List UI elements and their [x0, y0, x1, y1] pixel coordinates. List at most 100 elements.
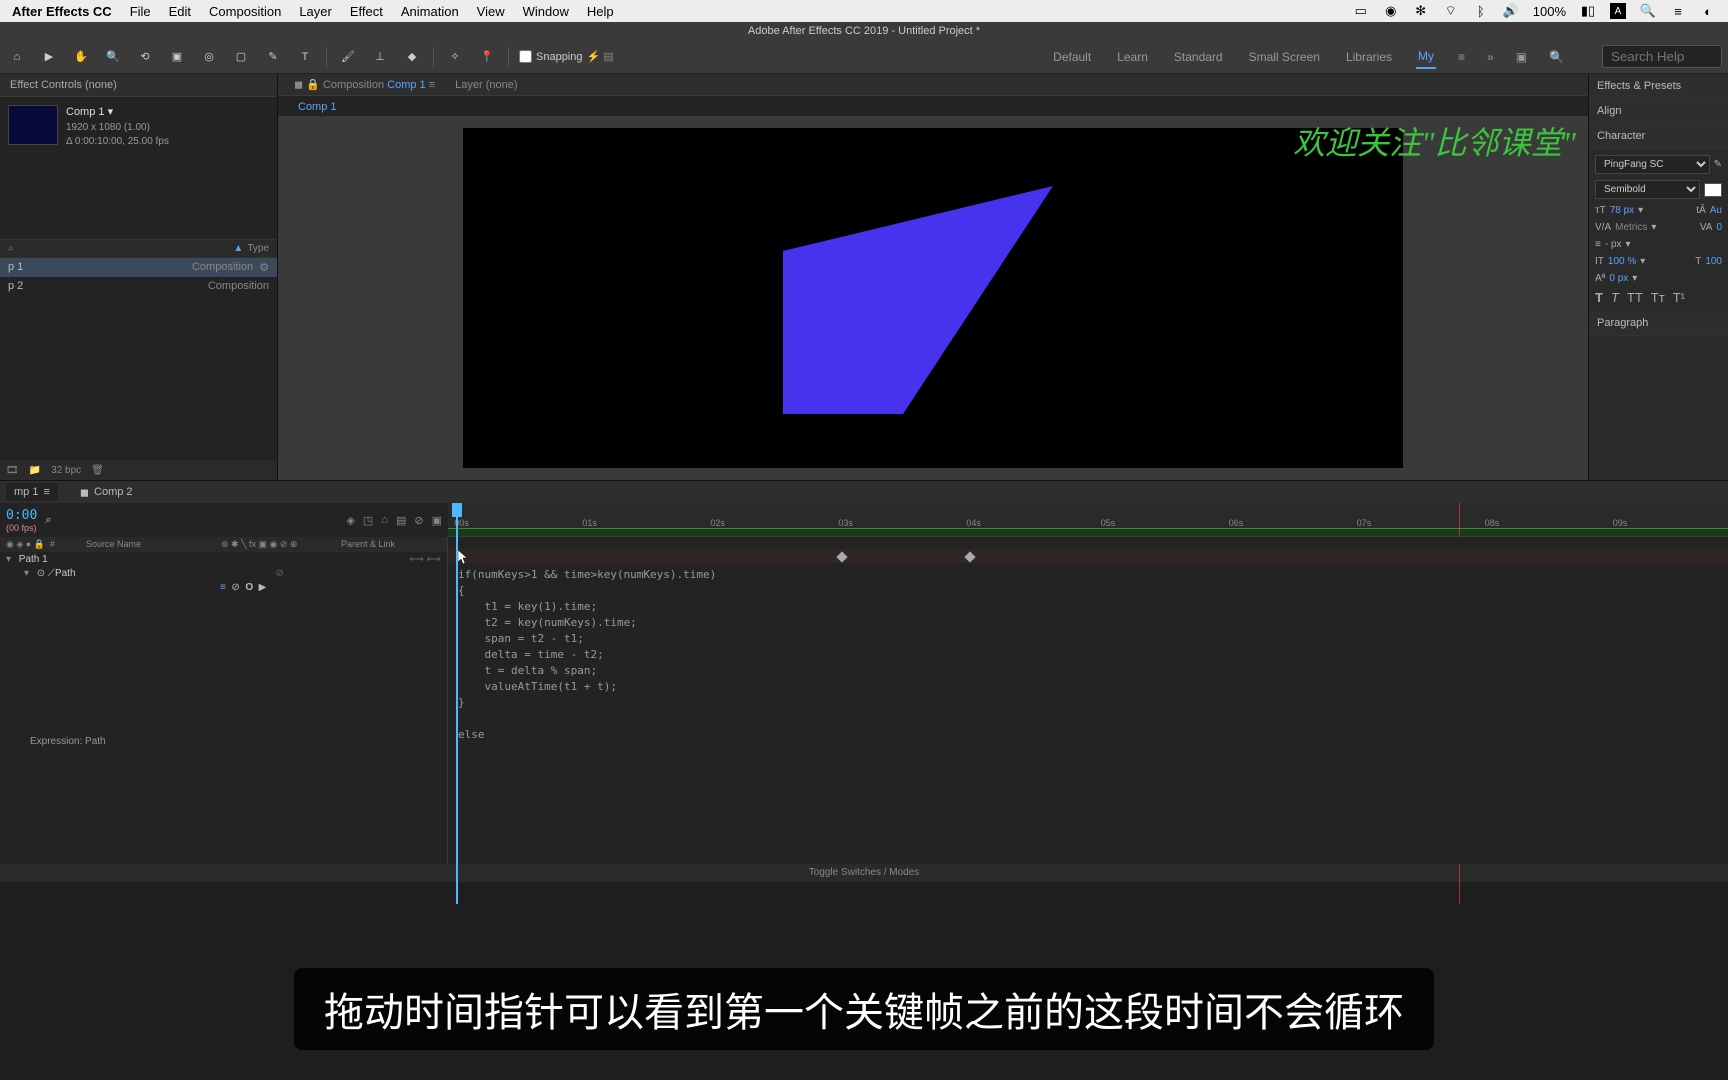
timeline-tab-comp1[interactable]: mp 1 ≡: [6, 483, 58, 501]
screen-icon[interactable]: ▭: [1353, 3, 1369, 19]
folder-icon[interactable]: 📁: [29, 465, 41, 476]
bluetooth-icon[interactable]: ᛒ: [1473, 3, 1489, 19]
property-row[interactable]: ▾ ⊙ ⟋ Path ⊘: [0, 566, 447, 580]
orbit-tool[interactable]: ⟲: [134, 46, 156, 68]
menu-view[interactable]: View: [477, 4, 505, 19]
ws-overflow-icon[interactable]: »: [1487, 50, 1494, 64]
zoom-tool[interactable]: 🔍: [102, 46, 124, 68]
wifi-icon[interactable]: ⌔: [1443, 3, 1459, 19]
timeline-search-icon[interactable]: ⌕: [45, 514, 51, 527]
menu-window[interactable]: Window: [523, 4, 569, 19]
character-panel-header[interactable]: Character: [1589, 124, 1728, 149]
snapping-checkbox[interactable]: Snapping ⚡ ▤: [519, 50, 614, 63]
ws-default[interactable]: Default: [1051, 46, 1093, 68]
motion-blur-icon[interactable]: ⊘: [414, 514, 423, 527]
project-item[interactable]: p 1 Composition ⚙: [0, 258, 277, 277]
puppet-tool[interactable]: 📍: [476, 46, 498, 68]
bpc-toggle[interactable]: 32 bpc: [51, 465, 81, 476]
eyedropper-icon[interactable]: ✎: [1714, 159, 1722, 170]
eraser-tool[interactable]: ◆: [401, 46, 423, 68]
time-ruler[interactable]: 00s 01s 02s 03s 04s 05s 06s 07s 08s 09s: [448, 503, 1728, 537]
expression-toggles[interactable]: ≡ ⊘ O ▶: [0, 580, 447, 594]
cc-icon[interactable]: ◉: [1383, 3, 1399, 19]
smallcaps-button[interactable]: Tᴛ: [1651, 290, 1665, 305]
roto-tool[interactable]: ✧: [444, 46, 466, 68]
bold-button[interactable]: T: [1595, 290, 1603, 305]
ws-menu-icon[interactable]: ≡: [1458, 50, 1465, 64]
selection-tool[interactable]: ▶: [38, 46, 60, 68]
current-timecode[interactable]: 0:00: [6, 508, 37, 523]
source-name-column[interactable]: Source Name: [86, 539, 221, 550]
control-icon[interactable]: ≡: [1670, 3, 1686, 19]
effect-controls-tab[interactable]: Effect Controls (none): [0, 74, 277, 97]
app-name[interactable]: After Effects CC: [12, 4, 112, 19]
font-size-value[interactable]: 78 px: [1610, 205, 1634, 216]
layer-row[interactable]: ▾ Path 1 ⟷ ⟷: [0, 552, 447, 566]
type-column[interactable]: Type: [247, 243, 269, 254]
hscale-value[interactable]: 100: [1705, 256, 1722, 267]
timeline-tab-comp2[interactable]: ◼ Comp 2: [72, 483, 141, 502]
parent-column[interactable]: Parent & Link: [341, 539, 441, 550]
volume-icon[interactable]: 🔊: [1503, 3, 1519, 19]
type-tool[interactable]: T: [294, 46, 316, 68]
align-panel[interactable]: Align: [1589, 99, 1728, 124]
menu-effect[interactable]: Effect: [350, 4, 383, 19]
leading-dash-value[interactable]: - px: [1605, 239, 1622, 250]
fan-icon[interactable]: ✻: [1413, 3, 1429, 19]
graph-editor-icon[interactable]: ▣: [432, 514, 442, 527]
expression-editor[interactable]: if(numKeys>1 && time>key(numKeys).time) …: [458, 567, 1718, 743]
brush-tool[interactable]: 🖌: [337, 46, 359, 68]
hand-tool[interactable]: ✋: [70, 46, 92, 68]
draft3d-icon[interactable]: ◳: [363, 514, 373, 527]
vscale-value[interactable]: 100 %: [1608, 256, 1636, 267]
tracking-value[interactable]: 0: [1716, 222, 1722, 233]
clone-tool[interactable]: ⊥: [369, 46, 391, 68]
superscript-button[interactable]: T¹: [1673, 290, 1685, 305]
input-icon[interactable]: A: [1610, 3, 1626, 19]
kerning-value[interactable]: Metrics: [1615, 222, 1647, 233]
trash-icon[interactable]: 🗑: [91, 465, 104, 476]
allcaps-button[interactable]: TT: [1627, 290, 1643, 305]
font-weight-select[interactable]: Semibold: [1595, 180, 1700, 199]
comp-breadcrumb[interactable]: Comp 1: [288, 98, 1588, 116]
menu-file[interactable]: File: [130, 4, 151, 19]
frame-blend-icon[interactable]: ▤: [396, 514, 406, 527]
menu-composition[interactable]: Composition: [209, 4, 281, 19]
font-family-select[interactable]: PingFang SC: [1595, 155, 1710, 174]
effects-presets-panel[interactable]: Effects & Presets: [1589, 74, 1728, 99]
layer-tab[interactable]: Layer (none): [445, 75, 527, 95]
home-icon[interactable]: ⌂: [6, 46, 28, 68]
search-icon[interactable]: 🔍: [1549, 50, 1564, 64]
comp-canvas[interactable]: [463, 128, 1403, 468]
menu-help[interactable]: Help: [587, 4, 614, 19]
menu-layer[interactable]: Layer: [299, 4, 332, 19]
search-help-input[interactable]: [1602, 45, 1722, 68]
ws-small-screen[interactable]: Small Screen: [1247, 46, 1322, 68]
rect-tool[interactable]: ▢: [230, 46, 252, 68]
paragraph-panel[interactable]: Paragraph: [1589, 311, 1728, 336]
fill-color-swatch[interactable]: [1704, 183, 1722, 197]
project-item[interactable]: p 2 Composition: [0, 277, 277, 295]
comp-tab[interactable]: ◼ 🔒 Composition Comp 1 ≡: [284, 74, 445, 95]
camera-tool[interactable]: ▣: [166, 46, 188, 68]
comp-name[interactable]: Comp 1 ▾: [66, 105, 169, 119]
leading-value[interactable]: Au: [1710, 205, 1722, 216]
ws-libraries[interactable]: Libraries: [1344, 46, 1394, 68]
baseline-value[interactable]: 0 px: [1609, 273, 1628, 284]
pan-behind-tool[interactable]: ◎: [198, 46, 220, 68]
menu-edit[interactable]: Edit: [169, 4, 191, 19]
ws-window-icon[interactable]: ▣: [1516, 50, 1527, 64]
comp-thumbnail[interactable]: [8, 105, 58, 145]
menu-animation[interactable]: Animation: [401, 4, 459, 19]
shy-icon[interactable]: ⌂: [381, 514, 388, 527]
playhead[interactable]: [456, 503, 458, 904]
comp-flowchart-icon[interactable]: ◈: [346, 514, 354, 527]
interpret-icon[interactable]: 🎞: [6, 465, 19, 476]
ws-standard[interactable]: Standard: [1172, 46, 1225, 68]
toggle-switches[interactable]: Toggle Switches / Modes: [0, 864, 1728, 882]
battery-icon[interactable]: ▮▯: [1580, 3, 1596, 19]
filter-input[interactable]: ⌕: [8, 243, 14, 254]
pen-tool[interactable]: ✎: [262, 46, 284, 68]
siri-icon[interactable]: ◐: [1700, 3, 1716, 19]
italic-button[interactable]: T: [1611, 290, 1619, 305]
